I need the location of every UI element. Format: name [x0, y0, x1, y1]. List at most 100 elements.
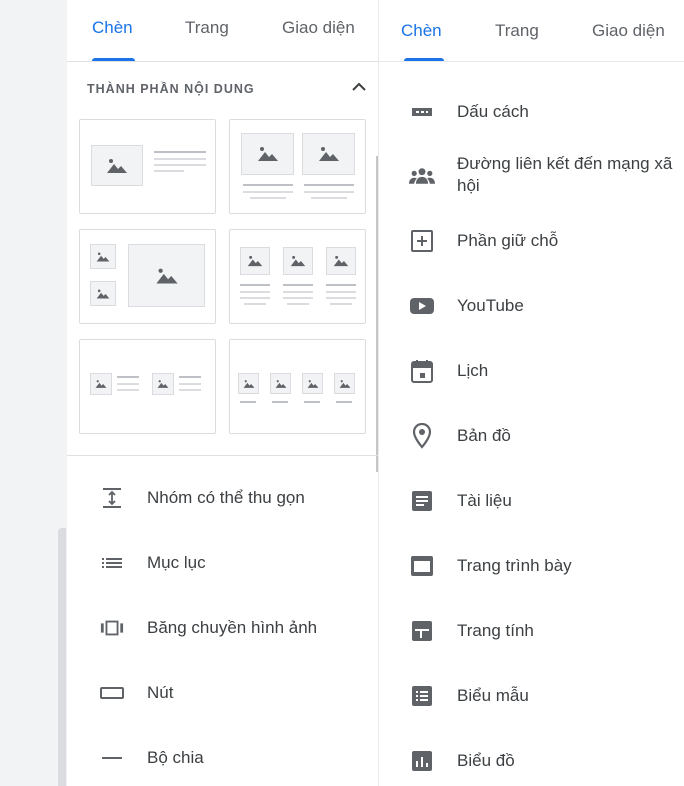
image-placeholder — [334, 373, 355, 394]
image-placeholder — [270, 373, 291, 394]
image-placeholder — [91, 145, 143, 186]
item-label: Nút — [147, 683, 174, 702]
button-icon — [100, 681, 124, 705]
image-icon — [318, 147, 339, 161]
image-placeholder — [152, 373, 174, 395]
editor-scrollbar[interactable] — [58, 528, 66, 786]
image-icon — [339, 379, 350, 388]
insert-youtube[interactable]: YouTube — [379, 293, 684, 319]
item-label: Biểu mẫu — [457, 686, 529, 705]
panel-tabs: Chèn Trang Giao diện — [379, 0, 684, 62]
image-placeholder — [302, 133, 355, 175]
item-label: Trang trình bày — [457, 556, 572, 575]
table-of-contents-icon — [100, 551, 124, 575]
calendar-icon — [409, 358, 435, 384]
image-placeholder — [90, 373, 112, 395]
image-placeholder — [90, 244, 116, 269]
image-placeholder — [326, 247, 356, 275]
content-block-layout-4[interactable] — [229, 229, 366, 324]
image-icon — [247, 255, 263, 267]
insert-sheets[interactable]: Trang tính — [379, 618, 684, 644]
tab-pages[interactable]: Trang — [495, 21, 539, 41]
image-placeholder — [128, 244, 205, 307]
image-icon — [107, 158, 127, 173]
image-icon — [95, 380, 107, 388]
image-placeholder — [283, 247, 313, 275]
docs-icon — [409, 488, 435, 514]
chart-icon — [409, 748, 435, 774]
active-tab-indicator — [404, 58, 444, 61]
insert-image-carousel[interactable]: Băng chuyền hình ảnh — [67, 606, 378, 650]
image-icon — [257, 147, 278, 161]
insert-chart[interactable]: Biểu đồ — [379, 748, 684, 774]
insert-map[interactable]: Bản đồ — [379, 423, 684, 449]
insert-spacer[interactable]: Dấu cách — [379, 99, 684, 125]
insert-docs[interactable]: Tài liệu — [379, 488, 684, 514]
chevron-up-icon[interactable] — [351, 80, 367, 94]
image-icon — [275, 379, 286, 388]
image-icon — [96, 289, 110, 298]
content-block-layout-5[interactable] — [79, 339, 216, 434]
tab-themes[interactable]: Giao diện — [592, 21, 665, 41]
sheets-icon — [409, 618, 435, 644]
content-blocks-heading: THÀNH PHẦN NỘI DUNG — [87, 82, 255, 96]
social-links-icon — [409, 163, 435, 189]
image-placeholder — [241, 133, 294, 175]
image-placeholder — [90, 281, 116, 306]
insert-panel-scrolled: Chèn Trang Giao diện THÀNH PHẦN NỘI DUNG — [67, 0, 378, 786]
item-label: Dấu cách — [457, 102, 529, 121]
insert-collapsible-group[interactable]: Nhóm có thể thu gọn — [67, 476, 378, 520]
section-divider — [67, 455, 378, 456]
insert-slides[interactable]: Trang trình bày — [379, 553, 684, 579]
panel-tabs: Chèn Trang Giao diện — [67, 0, 378, 62]
image-placeholder — [240, 247, 270, 275]
insert-social-links[interactable]: Đường liên kết đến mạng xã hội — [379, 153, 684, 199]
insert-table-of-contents[interactable]: Mục lục — [67, 541, 378, 585]
image-placeholder — [238, 373, 259, 394]
image-icon — [243, 379, 254, 388]
insert-button[interactable]: Nút — [67, 671, 378, 715]
item-label: Biểu đồ — [457, 751, 515, 770]
insert-divider[interactable]: Bộ chia — [67, 736, 378, 780]
editor-background — [0, 0, 67, 786]
image-icon — [96, 252, 110, 261]
item-label: YouTube — [457, 296, 524, 315]
image-carousel-icon — [100, 616, 124, 640]
active-tab-indicator — [92, 58, 135, 61]
slides-icon — [409, 553, 435, 579]
insert-forms[interactable]: Biểu mẫu — [379, 683, 684, 709]
item-label: Nhóm có thể thu gọn — [147, 488, 305, 507]
item-label: Bản đồ — [457, 426, 511, 445]
image-icon — [290, 255, 306, 267]
content-block-layout-1[interactable] — [79, 119, 216, 214]
spacer-icon — [409, 99, 435, 125]
insert-panel-list: Chèn Trang Giao diện Dấu cách Đường liên… — [378, 0, 684, 786]
item-label: Bộ chia — [147, 748, 204, 767]
insert-placeholder[interactable]: Phần giữ chỗ — [379, 228, 684, 254]
item-label: Đường liên kết đến mạng xã hội — [457, 154, 673, 195]
insert-calendar[interactable]: Lịch — [379, 358, 684, 384]
collapsible-group-icon — [100, 486, 124, 510]
map-pin-icon — [409, 423, 435, 449]
image-icon — [333, 255, 349, 267]
item-label: Mục lục — [147, 553, 206, 572]
item-label: Trang tính — [457, 621, 534, 640]
tab-themes[interactable]: Giao diện — [282, 18, 355, 38]
image-placeholder — [302, 373, 323, 394]
youtube-icon — [409, 293, 435, 319]
item-label: Băng chuyền hình ảnh — [147, 618, 318, 637]
forms-icon — [409, 683, 435, 709]
tab-pages[interactable]: Trang — [185, 18, 229, 38]
divider-icon — [100, 746, 124, 770]
item-label: Tài liệu — [457, 491, 512, 510]
content-block-layout-3[interactable] — [79, 229, 216, 324]
image-icon — [307, 379, 318, 388]
item-label: Phần giữ chỗ — [457, 231, 559, 250]
image-icon — [155, 268, 178, 283]
content-block-layout-6[interactable] — [229, 339, 366, 434]
tab-insert[interactable]: Chèn — [92, 18, 133, 38]
placeholder-icon — [409, 228, 435, 254]
content-block-layout-2[interactable] — [229, 119, 366, 214]
tab-insert[interactable]: Chèn — [401, 21, 442, 41]
image-icon — [157, 380, 169, 388]
